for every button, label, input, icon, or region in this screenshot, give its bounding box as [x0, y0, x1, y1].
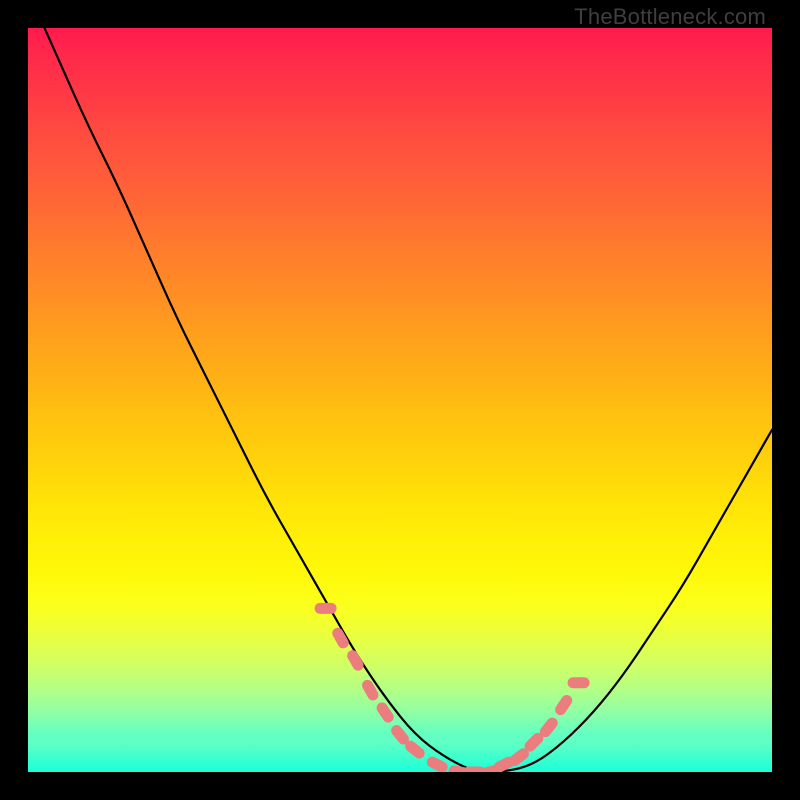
highlight-dot [360, 678, 380, 703]
curve-layer [28, 28, 772, 772]
highlight-dot [568, 677, 590, 688]
highlight-dot [374, 700, 395, 724]
highlight-dot [315, 603, 337, 614]
chart-frame: TheBottleneck.com [0, 0, 800, 800]
highlight-dot [345, 648, 365, 673]
watermark-text: TheBottleneck.com [574, 4, 766, 30]
highlight-dots [315, 603, 590, 772]
highlight-dot [553, 693, 574, 717]
bottleneck-curve [28, 28, 772, 772]
plot-area [28, 28, 772, 772]
